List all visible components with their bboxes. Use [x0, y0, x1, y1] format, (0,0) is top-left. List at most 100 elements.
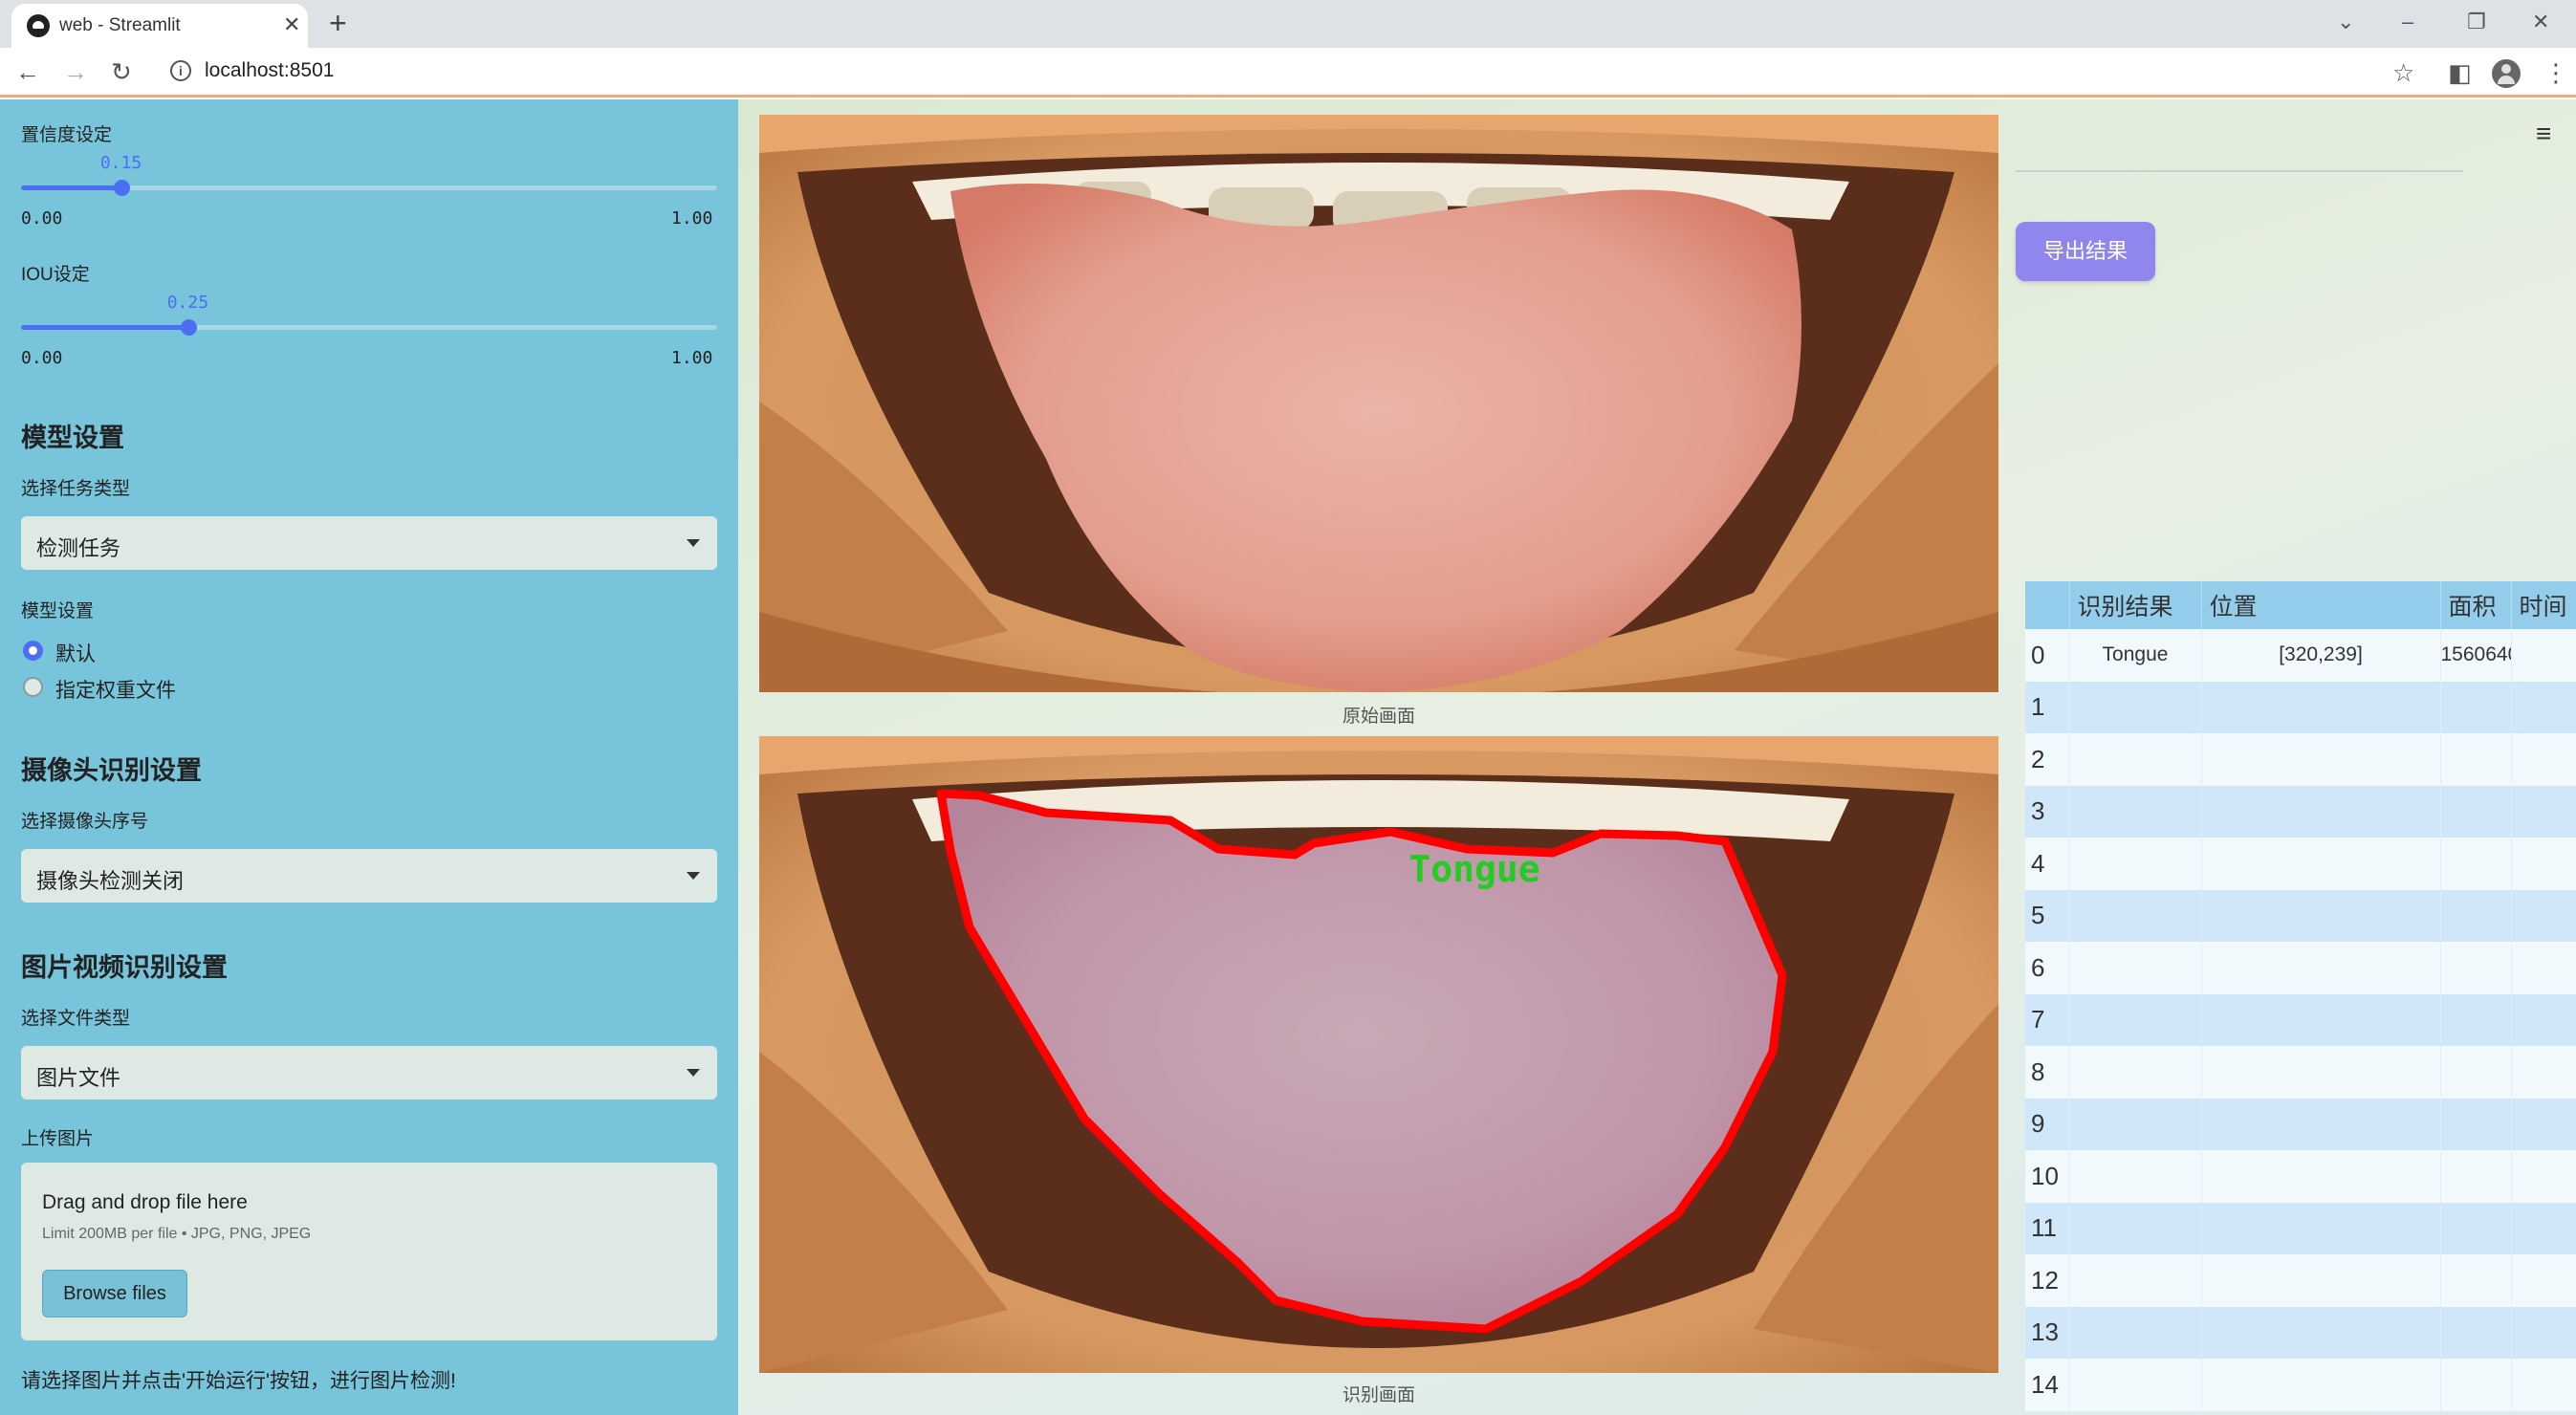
- table-cell-area: [2440, 1046, 2512, 1099]
- table-row[interactable]: 2: [2025, 733, 2576, 786]
- table-cell-time: [2511, 1254, 2576, 1307]
- table-row[interactable]: 11: [2025, 1202, 2576, 1254]
- table-row-index: 12: [2025, 1254, 2070, 1307]
- table-cell-time: [2511, 993, 2576, 1046]
- confidence-slider[interactable]: [21, 180, 717, 196]
- iou-slider[interactable]: [21, 319, 717, 336]
- site-info-icon[interactable]: i: [170, 60, 191, 81]
- forward-icon[interactable]: →: [63, 57, 88, 86]
- table-cell-result: [2069, 1306, 2202, 1359]
- minimize-icon[interactable]: –: [2402, 10, 2413, 34]
- table-row-index: 6: [2025, 942, 2070, 994]
- task-type-select[interactable]: 检测任务: [21, 516, 717, 570]
- camera-select[interactable]: 摄像头检测关闭: [21, 849, 717, 903]
- chevron-down-icon: [687, 1069, 700, 1077]
- table-cell-area: [2440, 1359, 2512, 1411]
- confidence-slider-thumb[interactable]: [113, 180, 130, 196]
- restore-icon[interactable]: ❐: [2467, 10, 2486, 34]
- table-cell-position: [2201, 1359, 2441, 1411]
- table-row-index: 3: [2025, 785, 2070, 838]
- file-type-label: 选择文件类型: [21, 1009, 131, 1029]
- table-row[interactable]: 9: [2025, 1098, 2576, 1150]
- task-type-label: 选择任务类型: [21, 479, 131, 499]
- browser-tab[interactable]: web - Streamlit ✕: [11, 4, 308, 48]
- table-row-index: 8: [2025, 1046, 2070, 1099]
- table-cell-area: [2440, 889, 2512, 942]
- table-cell-time: [2511, 1046, 2576, 1099]
- table-header-time[interactable]: 时间: [2511, 581, 2576, 629]
- table-index-header: [2025, 581, 2070, 629]
- tab-close-icon[interactable]: ✕: [283, 13, 300, 36]
- main-content: 原始画面 Tongue 识别画面 ≡ 导出结果 识别结果 位置 面积 时间 0 …: [738, 99, 2576, 1415]
- address-bar: ← → ↻ i localhost:8501 ☆ ◧ ⋮: [0, 48, 2576, 98]
- radio-selected-icon[interactable]: [23, 641, 43, 661]
- tab-search-chevron-icon[interactable]: ⌄: [2337, 10, 2354, 34]
- browser-tab-bar: web - Streamlit ✕ + ⌄ – ❐ ✕: [0, 0, 2576, 48]
- browser-menu-icon[interactable]: ⋮: [2543, 59, 2568, 86]
- chevron-down-icon: [687, 539, 700, 547]
- iou-label: IOU设定: [21, 265, 90, 285]
- file-dropzone[interactable]: Drag and drop file here Limit 200MB per …: [21, 1163, 717, 1340]
- file-type-select[interactable]: 图片文件: [21, 1046, 717, 1099]
- table-cell-area: [2440, 1150, 2512, 1203]
- table-row[interactable]: 6: [2025, 942, 2576, 994]
- table-row[interactable]: 5: [2025, 889, 2576, 942]
- bookmark-star-icon[interactable]: ☆: [2392, 59, 2414, 86]
- table-cell-time: [2511, 733, 2576, 786]
- table-row[interactable]: 14: [2025, 1359, 2576, 1411]
- table-cell-area: [2440, 785, 2512, 838]
- media-section-header: 图片视频识别设置: [21, 953, 228, 982]
- table-header-area[interactable]: 面积: [2440, 581, 2512, 629]
- table-cell-position: [2201, 838, 2441, 890]
- iou-max: 1.00: [671, 348, 713, 368]
- new-tab-icon[interactable]: +: [329, 6, 347, 40]
- browse-files-button[interactable]: Browse files: [42, 1270, 187, 1317]
- reload-icon[interactable]: ↻: [111, 57, 132, 86]
- chevron-down-icon: [687, 872, 700, 880]
- table-cell-position: [2201, 733, 2441, 786]
- radio-unselected-icon[interactable]: [23, 677, 43, 697]
- table-row-index: 2: [2025, 733, 2070, 786]
- table-row[interactable]: 7: [2025, 993, 2576, 1046]
- table-row-index: 5: [2025, 889, 2070, 942]
- table-row[interactable]: 0Tongue[320,239]1560640.05: [2025, 629, 2576, 682]
- table-row[interactable]: 10: [2025, 1150, 2576, 1203]
- window-close-icon[interactable]: ✕: [2532, 10, 2549, 34]
- instruction-text: 请选择图片并点击'开始运行'按钮，进行图片检测!: [21, 1370, 456, 1392]
- table-cell-result: [2069, 1150, 2202, 1203]
- table-row[interactable]: 8: [2025, 1046, 2576, 1099]
- detection-label: Tongue: [1408, 848, 1539, 890]
- confidence-slider-fill: [21, 185, 121, 190]
- table-cell-area: [2440, 1254, 2512, 1307]
- table-row[interactable]: 13: [2025, 1306, 2576, 1359]
- url-text[interactable]: localhost:8501: [205, 59, 334, 82]
- table-cell-result: [2069, 942, 2202, 994]
- table-row[interactable]: 1: [2025, 681, 2576, 733]
- table-cell-position: [2201, 993, 2441, 1046]
- profile-avatar-icon[interactable]: [2492, 59, 2521, 88]
- table-row[interactable]: 12: [2025, 1254, 2576, 1307]
- table-header-position[interactable]: 位置: [2201, 581, 2441, 629]
- table-cell-position: [2201, 1046, 2441, 1099]
- table-cell-result: [2069, 785, 2202, 838]
- table-row[interactable]: 3: [2025, 785, 2576, 838]
- iou-slider-thumb[interactable]: [180, 319, 197, 336]
- iou-min: 0.00: [21, 348, 63, 368]
- original-tongue-photo: [759, 115, 1998, 692]
- back-icon[interactable]: ←: [15, 57, 40, 86]
- table-row[interactable]: 4: [2025, 838, 2576, 890]
- hamburger-menu-icon[interactable]: ≡: [2536, 120, 2551, 147]
- table-cell-area: [2440, 1098, 2512, 1150]
- export-results-button[interactable]: 导出结果: [2016, 222, 2155, 281]
- table-cell-position: [2201, 785, 2441, 838]
- table-cell-time: [2511, 889, 2576, 942]
- table-cell-position: [2201, 681, 2441, 733]
- confidence-value: 0.15: [99, 153, 142, 173]
- side-panel-icon[interactable]: ◧: [2448, 59, 2472, 86]
- table-cell-area: [2440, 1202, 2512, 1254]
- table-cell-time: [2511, 942, 2576, 994]
- table-cell-position: [2201, 1098, 2441, 1150]
- table-row-index: 4: [2025, 838, 2070, 890]
- table-cell-position: [2201, 1150, 2441, 1203]
- table-header-result[interactable]: 识别结果: [2069, 581, 2202, 629]
